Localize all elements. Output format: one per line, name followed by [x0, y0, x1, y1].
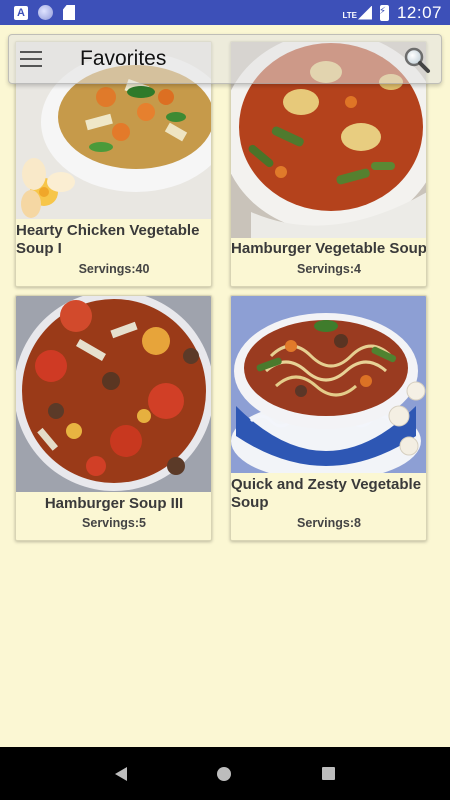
search-icon[interactable] [403, 46, 431, 74]
recipe-title: Quick and Zesty Vegetable Soup [231, 476, 422, 511]
recipe-title: Hearty Chicken Vegetable Soup I [16, 222, 200, 257]
sync-circle-icon [38, 5, 53, 20]
lte-signal-icon: LTE [342, 5, 372, 20]
recipe-title: Hamburger Vegetable Soup [231, 240, 427, 257]
recipe-image [16, 296, 211, 492]
hamburger-menu-icon[interactable] [20, 51, 42, 67]
status-left-icons: A [14, 5, 75, 20]
navigation-bar [0, 747, 450, 800]
favorite-card[interactable]: Quick and Zesty Vegetable Soup Servings:… [230, 295, 427, 541]
status-bar: A LTE 12:07 [0, 0, 450, 25]
recipe-servings: Servings:8 [297, 516, 361, 530]
recipe-servings: Servings:4 [297, 262, 361, 276]
favorite-card[interactable]: Hamburger Soup III Servings:5 [15, 295, 212, 541]
lte-label: LTE [342, 10, 357, 20]
recipe-title: Hamburger Soup III [44, 495, 184, 512]
home-icon[interactable] [217, 766, 232, 781]
notification-a-icon: A [14, 5, 28, 20]
status-time: 12:07 [396, 2, 442, 22]
page-title: Favorites [80, 47, 167, 70]
battery-charging-icon [379, 4, 389, 21]
back-icon[interactable] [115, 766, 128, 781]
recipe-image [231, 296, 426, 473]
status-right-icons: LTE 12:07 [342, 3, 442, 23]
recipe-servings: Servings:40 [78, 262, 150, 276]
recipe-servings: Servings:5 [82, 516, 146, 530]
sd-card-icon [63, 5, 75, 20]
app-bar: Favorites [8, 34, 442, 84]
signal-icon [357, 5, 372, 20]
recents-icon[interactable] [321, 767, 335, 780]
